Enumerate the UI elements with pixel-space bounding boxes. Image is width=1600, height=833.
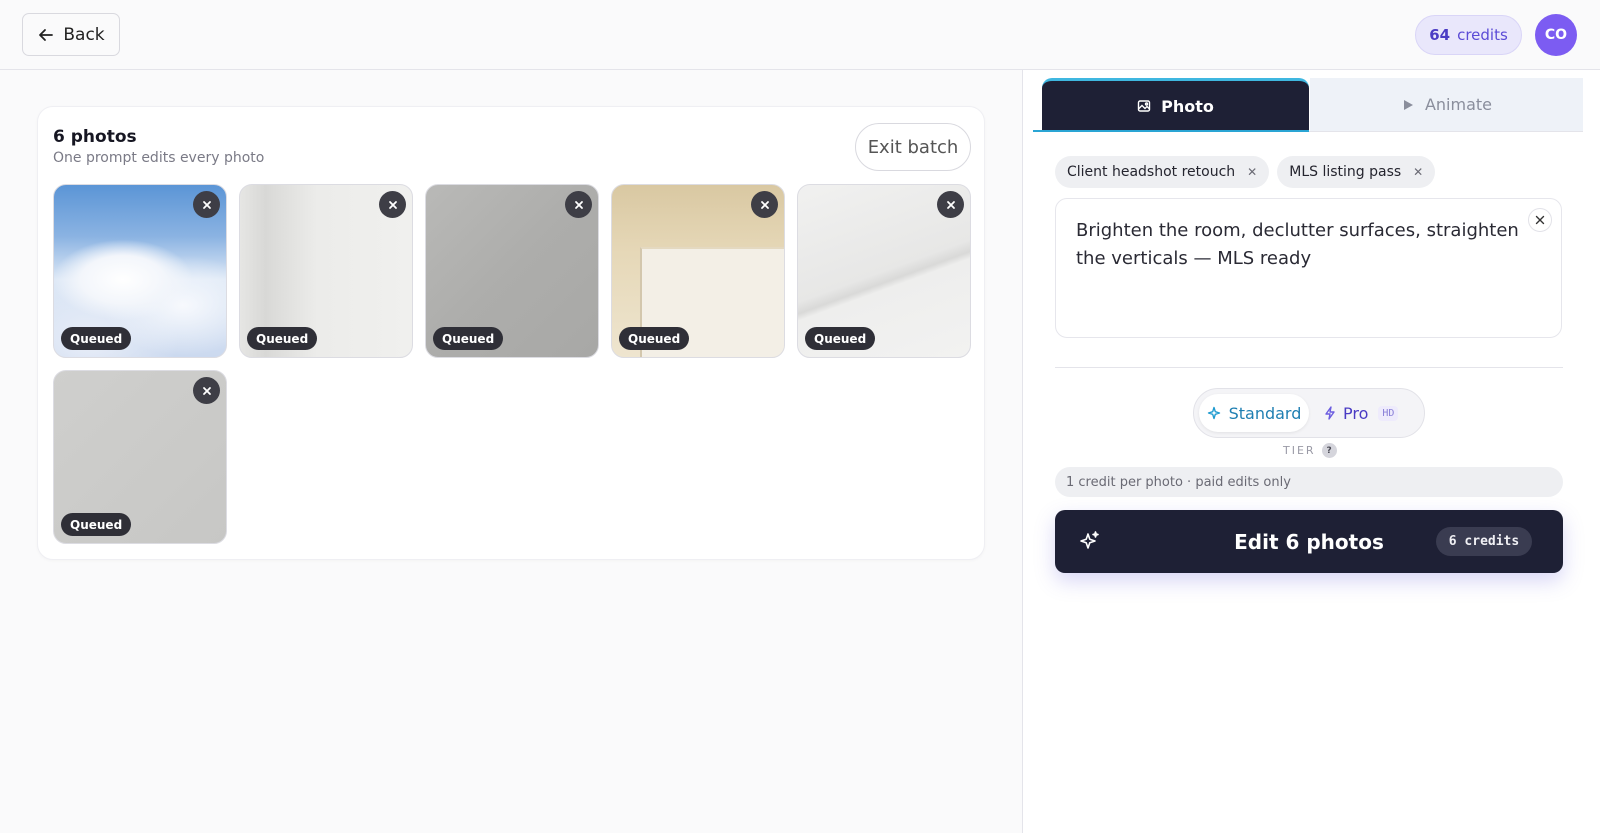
tab-animate-label: Animate bbox=[1424, 95, 1493, 114]
tier-pro-option[interactable]: Pro HD bbox=[1319, 394, 1419, 432]
batch-area: 6 photos One prompt edits every photo Ex… bbox=[0, 70, 1022, 833]
help-icon[interactable]: ? bbox=[1321, 443, 1337, 458]
remove-photo-button[interactable] bbox=[379, 191, 406, 218]
remove-preset-icon[interactable]: ✕ bbox=[1413, 165, 1423, 179]
close-icon bbox=[574, 200, 583, 209]
batch-card: 6 photos One prompt edits every photo Ex… bbox=[37, 106, 985, 560]
status-badge: Queued bbox=[61, 327, 132, 350]
arrow-left-icon bbox=[39, 28, 54, 41]
remove-photo-button[interactable] bbox=[565, 191, 592, 218]
close-icon bbox=[388, 200, 397, 209]
status-badge: Queued bbox=[619, 327, 690, 350]
close-icon bbox=[760, 200, 769, 209]
remove-photo-button[interactable] bbox=[193, 191, 220, 218]
batch-title: 6 photos bbox=[53, 127, 137, 147]
preset-chip[interactable]: MLS listing pass ✕ bbox=[1277, 156, 1436, 188]
edit-photos-button[interactable]: Edit 6 photos 6 credits bbox=[1055, 510, 1563, 573]
photo-thumbnail[interactable]: Queued bbox=[53, 184, 227, 358]
tier-toggle: Standard Pro HD bbox=[1193, 388, 1425, 438]
image-icon bbox=[1137, 100, 1151, 112]
close-icon bbox=[946, 200, 955, 209]
status-badge: Queued bbox=[805, 327, 876, 350]
prompt-input[interactable]: Brighten the room, declutter surfaces, s… bbox=[1055, 198, 1562, 338]
tab-animate[interactable]: Animate bbox=[1310, 78, 1583, 131]
preset-chips: Client headshot retouch ✕ MLS listing pa… bbox=[1055, 156, 1436, 188]
preset-chip-label: Client headshot retouch bbox=[1067, 164, 1236, 180]
tier-caption-text: TIER bbox=[1283, 444, 1316, 457]
remove-photo-button[interactable] bbox=[751, 191, 778, 218]
tab-photo[interactable]: Photo bbox=[1033, 78, 1309, 132]
close-icon bbox=[202, 386, 211, 395]
tier-pro-label: Pro bbox=[1343, 403, 1369, 423]
status-badge: Queued bbox=[247, 327, 318, 350]
photo-thumbnail[interactable]: Queued bbox=[611, 184, 785, 358]
bolt-icon bbox=[1325, 406, 1335, 420]
exit-batch-button[interactable]: Exit batch bbox=[855, 123, 971, 171]
mode-tabs: Photo Animate bbox=[1033, 78, 1583, 132]
photo-thumbnail[interactable]: Queued bbox=[239, 184, 413, 358]
credits-count: 64 bbox=[1429, 26, 1451, 44]
tier-caption: TIER ? bbox=[1283, 443, 1337, 458]
credits-balance[interactable]: 64 credits bbox=[1415, 15, 1522, 55]
photo-thumbnail[interactable]: Queued bbox=[425, 184, 599, 358]
back-label: Back bbox=[63, 24, 105, 45]
status-badge: Queued bbox=[61, 513, 132, 536]
close-icon bbox=[202, 200, 211, 209]
tab-photo-label: Photo bbox=[1161, 96, 1214, 116]
preset-chip[interactable]: Client headshot retouch ✕ bbox=[1055, 156, 1270, 188]
divider bbox=[1055, 367, 1563, 368]
prompt-text[interactable]: Brighten the room, declutter surfaces, s… bbox=[1076, 217, 1526, 273]
photo-thumbnail[interactable]: Queued bbox=[53, 370, 227, 544]
edit-panel: Photo Animate Client headshot retouch ✕ … bbox=[1022, 70, 1600, 833]
edit-button-cost: 6 credits bbox=[1436, 527, 1532, 556]
close-icon bbox=[1535, 215, 1545, 225]
avatar[interactable]: CO bbox=[1535, 14, 1577, 56]
back-button[interactable]: Back bbox=[22, 13, 120, 56]
play-icon bbox=[1403, 99, 1413, 110]
batch-subtitle: One prompt edits every photo bbox=[53, 150, 265, 166]
top-bar: Back 64 credits CO bbox=[0, 0, 1600, 70]
photo-thumbnail[interactable]: Queued bbox=[797, 184, 971, 358]
remove-preset-icon[interactable]: ✕ bbox=[1247, 165, 1257, 179]
tier-standard-label: Standard bbox=[1228, 403, 1302, 423]
hd-badge: HD bbox=[1378, 405, 1399, 421]
cost-note: 1 credit per photo · paid edits only bbox=[1055, 467, 1563, 497]
remove-photo-button[interactable] bbox=[937, 191, 964, 218]
clear-prompt-button[interactable] bbox=[1528, 208, 1552, 232]
status-badge: Queued bbox=[433, 327, 504, 350]
preset-chip-label: MLS listing pass bbox=[1289, 164, 1402, 180]
sparkle-icon bbox=[1207, 406, 1220, 420]
remove-photo-button[interactable] bbox=[193, 377, 220, 404]
tier-standard-option[interactable]: Standard bbox=[1199, 394, 1309, 432]
credits-label: credits bbox=[1457, 26, 1508, 44]
